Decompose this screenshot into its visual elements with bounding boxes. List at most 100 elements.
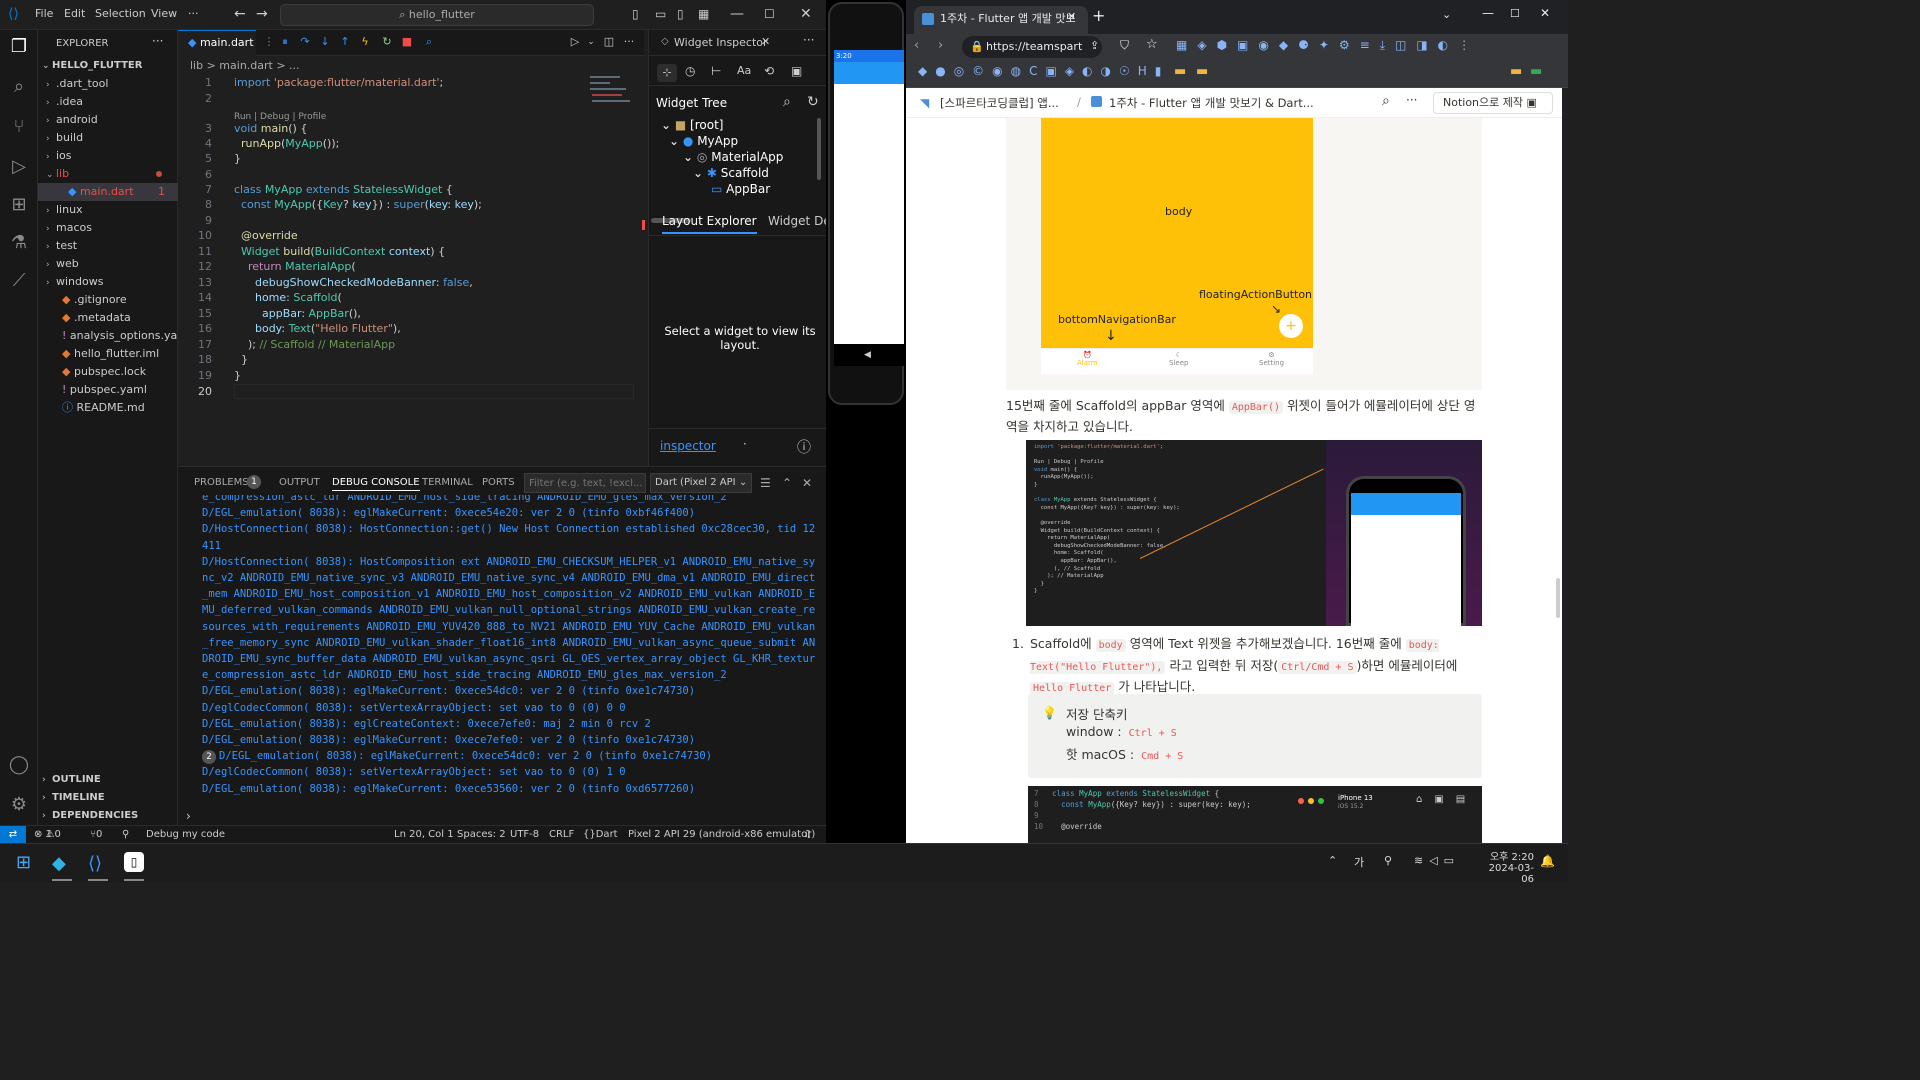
- notification-bell-icon[interactable]: 🔔: [1540, 854, 1555, 868]
- close-tab-icon[interactable]: ✕: [1067, 10, 1076, 23]
- explorer-icon[interactable]: ❐: [8, 36, 30, 58]
- tree-item[interactable]: › web: [38, 255, 178, 273]
- tab-layout-explorer[interactable]: Layout Explorer: [662, 214, 757, 234]
- close-inspector-icon[interactable]: ✕: [761, 35, 770, 48]
- url-input[interactable]: 🔒 https://teamspart: [962, 36, 1102, 58]
- tree-item[interactable]: ◆ hello_flutter.iml: [38, 345, 178, 363]
- drag-handle-icon[interactable]: ⋮: [262, 35, 276, 49]
- code-area[interactable]: 1 2 3 4 5 6 7 8 9 10 11 12 13 14 15 16 17 18 19 20 import '…: [178, 74, 638, 464]
- show-guidelines-icon[interactable]: ⊢: [711, 64, 721, 78]
- select-widget-mode-icon[interactable]: ⊹: [657, 64, 677, 82]
- tray-overflow-icon[interactable]: ⌃: [1328, 854, 1337, 867]
- tree-item[interactable]: ◆ main.dart 1: [38, 183, 178, 201]
- tree-item[interactable]: ⓘ README.md: [38, 399, 178, 417]
- menu-more[interactable]: ···: [188, 0, 199, 30]
- status-language[interactable]: {} Dart: [583, 826, 618, 843]
- extensions-toolbar[interactable]: ▦◈⬢▣◉◆⚈✦⚙≡⤓◫◨◐⋮: [1176, 38, 1536, 56]
- customize-layout-icon[interactable]: ▦: [698, 0, 709, 30]
- clear-console-icon[interactable]: ☰: [760, 475, 771, 491]
- breadcrumb[interactable]: lib > main.dart > ...: [190, 58, 300, 74]
- tree-item[interactable]: › linux: [38, 201, 178, 219]
- tree-item[interactable]: › windows: [38, 273, 178, 291]
- highlight-images-icon[interactable]: ▣: [791, 64, 802, 78]
- tree-node-root[interactable]: ⌄ ■ [root]: [661, 118, 723, 132]
- tab-terminal[interactable]: TERMINAL: [422, 475, 473, 491]
- hot-reload-icon[interactable]: ϟ: [358, 35, 372, 49]
- tab-main-dart[interactable]: ◆ main.dart: [178, 30, 256, 56]
- tab-problems[interactable]: PROBLEMS: [194, 475, 249, 491]
- maximize-icon[interactable]: ☐: [764, 0, 775, 30]
- tree-item[interactable]: › ios: [38, 147, 178, 165]
- status-encoding[interactable]: UTF-8: [510, 826, 539, 843]
- forward-icon[interactable]: ›: [938, 38, 943, 53]
- emulator-taskbar-icon[interactable]: ▯: [124, 852, 144, 872]
- tree-item[interactable]: › macos: [38, 219, 178, 237]
- maximize-panel-icon[interactable]: ⌃: [782, 475, 792, 491]
- back-icon[interactable]: ‹: [914, 38, 919, 53]
- info-icon[interactable]: ⓘ: [797, 437, 811, 457]
- toggle-sidebar-icon[interactable]: ▯: [632, 0, 639, 30]
- bookmark-icons[interactable]: ◆●◎©◉◍C▣◈◐◑☉H▮: [918, 64, 1169, 78]
- tab-search-icon[interactable]: ⌄: [1442, 8, 1451, 21]
- notion-more-icon[interactable]: ···: [1406, 93, 1417, 107]
- highlight-repaints-icon[interactable]: ⟲: [764, 64, 774, 78]
- tree-item[interactable]: ◆ pubspec.lock: [38, 363, 178, 381]
- tree-item[interactable]: › test: [38, 237, 178, 255]
- tree-node-scaffold[interactable]: ⌄ ✱ Scaffold: [693, 166, 769, 180]
- emulator-app-body[interactable]: [834, 84, 904, 344]
- ime-indicator[interactable]: 가: [1354, 854, 1364, 870]
- built-with-notion-button[interactable]: Notion으로 제작 ▣: [1433, 92, 1553, 114]
- tree-item[interactable]: ◆ .gitignore: [38, 291, 178, 309]
- debug-session-select[interactable]: Dart (Pixel 2 API ⌄: [650, 473, 752, 493]
- command-center-search[interactable]: ⌕ hello_flutter: [280, 4, 594, 26]
- bookmark-folder-icon-4[interactable]: ▬: [1530, 64, 1542, 79]
- widget-inspector-icon[interactable]: ⌕: [422, 35, 436, 49]
- search-icon[interactable]: ⌕: [8, 76, 30, 98]
- status-ports[interactable]: ⑂ 0: [90, 826, 102, 843]
- close-icon[interactable]: ✕: [800, 0, 812, 30]
- breadcrumb-current[interactable]: 1주차 - Flutter 앱 개발 맛보기 & Dart...: [1109, 95, 1314, 111]
- timeline-section[interactable]: › TIMELINE: [38, 789, 178, 807]
- testing-icon[interactable]: ⚗: [8, 232, 30, 254]
- tree-item[interactable]: › .idea: [38, 93, 178, 111]
- widget-tree-search-icon[interactable]: ⌕: [783, 94, 791, 110]
- tree-item[interactable]: ◆ .metadata: [38, 309, 178, 327]
- share-icon[interactable]: ⇪: [1090, 39, 1099, 52]
- remote-icon[interactable]: ⇄: [0, 826, 26, 843]
- tray-date[interactable]: 2024-03-06: [1480, 863, 1534, 885]
- vscode-taskbar-icon[interactable]: ⟨⟩: [88, 853, 102, 874]
- browser-close-icon[interactable]: ✕: [1540, 6, 1550, 20]
- android-back-button[interactable]: ◀: [834, 344, 904, 366]
- workspace-root[interactable]: ⌄ HELLO_FLUTTER: [38, 57, 178, 75]
- tab-output[interactable]: OUTPUT: [279, 475, 320, 491]
- notion-search-icon[interactable]: ⌕: [1382, 93, 1390, 109]
- tree-item[interactable]: ! pubspec.yaml: [38, 381, 178, 399]
- menu-edit[interactable]: Edit: [64, 0, 85, 30]
- menu-selection[interactable]: Selection: [95, 0, 146, 30]
- debug-step-over-icon[interactable]: ↷: [298, 35, 312, 49]
- status-device[interactable]: Pixel 2 API 29 (android-x86 emulator): [628, 826, 815, 843]
- flutter-icon[interactable]: ⟋: [8, 270, 30, 292]
- browser-tab-active[interactable]: 1주차 - Flutter 앱 개발 맛보: [914, 6, 1088, 34]
- bookmark-folder-icon[interactable]: ▬: [1174, 64, 1186, 79]
- explorer-more-icon[interactable]: ···: [152, 34, 163, 48]
- page-scrollbar[interactable]: [1556, 578, 1560, 618]
- debug-console-output[interactable]: e_compression_astc_ldr ANDROID_EMU_host_…: [178, 495, 826, 827]
- tree-item[interactable]: › android: [38, 111, 178, 129]
- console-filter-input[interactable]: [524, 473, 646, 493]
- inspector-footer-link[interactable]: inspector: [660, 439, 716, 453]
- menu-file[interactable]: File: [35, 0, 53, 30]
- accounts-icon[interactable]: ◯: [8, 754, 30, 776]
- toggle-secondary-sidebar-icon[interactable]: ▯: [677, 0, 684, 30]
- tree-item[interactable]: › .dart_tool: [38, 75, 178, 93]
- flutter-app-icon[interactable]: ◆: [52, 853, 66, 874]
- show-baselines-icon[interactable]: Aa: [737, 64, 751, 77]
- debug-step-into-icon[interactable]: ↓: [318, 35, 332, 49]
- widget-tree-refresh-icon[interactable]: ↻: [807, 94, 819, 110]
- tree-node-myapp[interactable]: ⌄ ● MyApp: [669, 134, 738, 148]
- outline-section[interactable]: › OUTLINE: [38, 771, 178, 789]
- bookmark-folder-icon-3[interactable]: ▬: [1510, 64, 1522, 79]
- browser-minimize-icon[interactable]: —: [1482, 6, 1494, 20]
- tree-vertical-scrollbar[interactable]: [817, 118, 821, 180]
- tray-network-volume-battery-icons[interactable]: ≋◁▭: [1414, 854, 1460, 867]
